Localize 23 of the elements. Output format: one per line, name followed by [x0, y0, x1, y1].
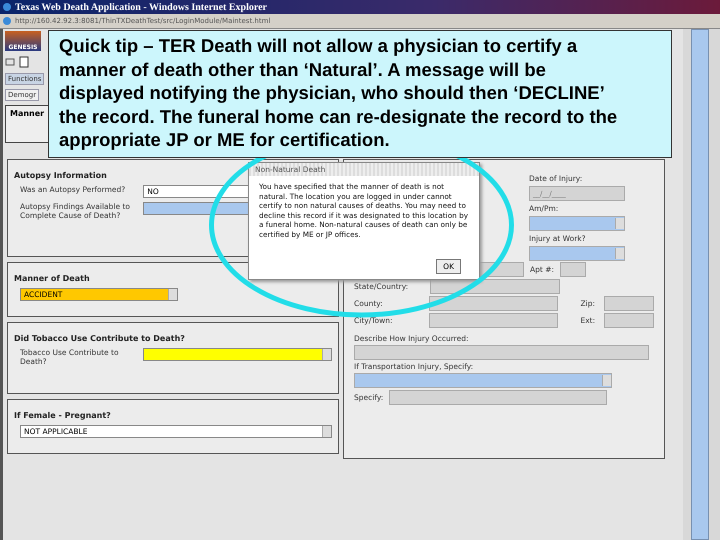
document-icon[interactable]	[19, 56, 29, 68]
input-field[interactable]	[560, 262, 586, 277]
input-field[interactable]	[604, 313, 654, 328]
input-field[interactable]	[430, 279, 560, 294]
input-field[interactable]	[389, 390, 608, 405]
dropdown-field[interactable]	[529, 246, 625, 261]
input-field[interactable]	[429, 296, 558, 311]
section-title: Autopsy Information	[14, 171, 107, 180]
section-title: If Female - Pregnant?	[14, 411, 111, 420]
input-field[interactable]	[429, 313, 558, 328]
browser-icon	[2, 2, 12, 12]
dropdown-field[interactable]	[143, 348, 332, 361]
scrollbar[interactable]	[691, 29, 709, 540]
dropdown-field[interactable]	[354, 373, 612, 388]
page-icon	[2, 16, 12, 26]
input-field[interactable]	[354, 345, 649, 360]
dropdown-field[interactable]	[529, 216, 625, 231]
window-title: Texas Web Death Application - Windows Internet Explorer	[15, 2, 267, 12]
panel-title: Manner	[5, 105, 50, 143]
input-field[interactable]	[604, 296, 654, 311]
section-title: Manner of Death	[14, 274, 90, 283]
tip-callout: Quick tip – TER Death will not allow a physician to certify a manner of death other than ‘Natural’. A message will be displayed notifying the physician, who should then ‘DECLINE’ the record. The funeral home can re-designate the record to the appropriate JP or ME for certification.	[48, 30, 672, 158]
section-title: Did Tobacco Use Contribute to Death?	[14, 334, 185, 343]
